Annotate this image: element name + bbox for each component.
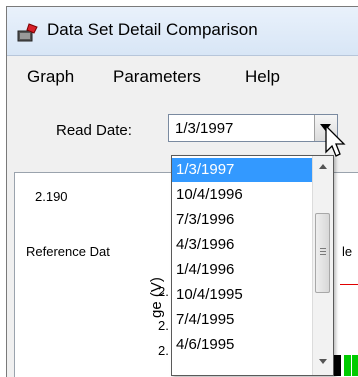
date-option[interactable]: 1/4/1996 xyxy=(172,258,313,282)
read-date-dropdown-list[interactable]: 1/3/1997 10/4/1996 7/3/1996 4/3/1996 1/4… xyxy=(171,155,334,376)
graph-bar xyxy=(352,355,358,376)
y-tick-label: 2. xyxy=(158,318,169,333)
grip-icon xyxy=(320,251,326,252)
y-axis-label: ge (V) xyxy=(148,277,165,318)
window-title: Data Set Detail Comparison xyxy=(47,20,258,39)
scroll-down-button[interactable] xyxy=(313,352,333,370)
graph-bar xyxy=(344,355,351,376)
reference-label: Reference Dat xyxy=(26,244,110,259)
menu-parameters[interactable]: Parameters xyxy=(113,67,201,87)
menu-help[interactable]: Help xyxy=(245,67,280,87)
grip-icon xyxy=(320,254,326,255)
menu-bar: Graph Parameters Help xyxy=(7,56,358,96)
chevron-down-icon xyxy=(319,359,327,364)
dropdown-scrollbar[interactable] xyxy=(312,156,333,375)
read-date-label: Read Date: xyxy=(56,122,132,139)
y-tick-label: 2. xyxy=(158,343,169,358)
title-bar: Data Set Detail Comparison xyxy=(7,7,358,56)
mouse-cursor-icon xyxy=(325,125,346,157)
date-option[interactable]: 7/3/1996 xyxy=(172,208,313,232)
read-date-select[interactable]: 1/3/1997 xyxy=(168,114,338,142)
menu-graph[interactable]: Graph xyxy=(27,67,74,87)
read-date-value: 1/3/1997 xyxy=(175,120,234,137)
scroll-thumb[interactable] xyxy=(315,213,330,293)
date-option[interactable]: 1/3/1997 xyxy=(172,158,313,182)
graph-value: 2.190 xyxy=(35,189,68,204)
graph-bar xyxy=(334,355,341,376)
app-icon xyxy=(17,23,39,43)
date-option[interactable]: 4/6/1995 xyxy=(172,333,313,357)
reference-line xyxy=(340,284,358,285)
date-option[interactable]: 10/4/1996 xyxy=(172,183,313,207)
graph-right-label: le xyxy=(342,244,353,259)
chevron-up-icon xyxy=(319,164,327,169)
date-option[interactable]: 7/4/1995 xyxy=(172,308,313,332)
grip-icon xyxy=(320,248,326,249)
date-option[interactable]: 4/3/1996 xyxy=(172,233,313,257)
date-option[interactable]: 10/4/1995 xyxy=(172,283,313,307)
scroll-up-button[interactable] xyxy=(313,158,333,176)
